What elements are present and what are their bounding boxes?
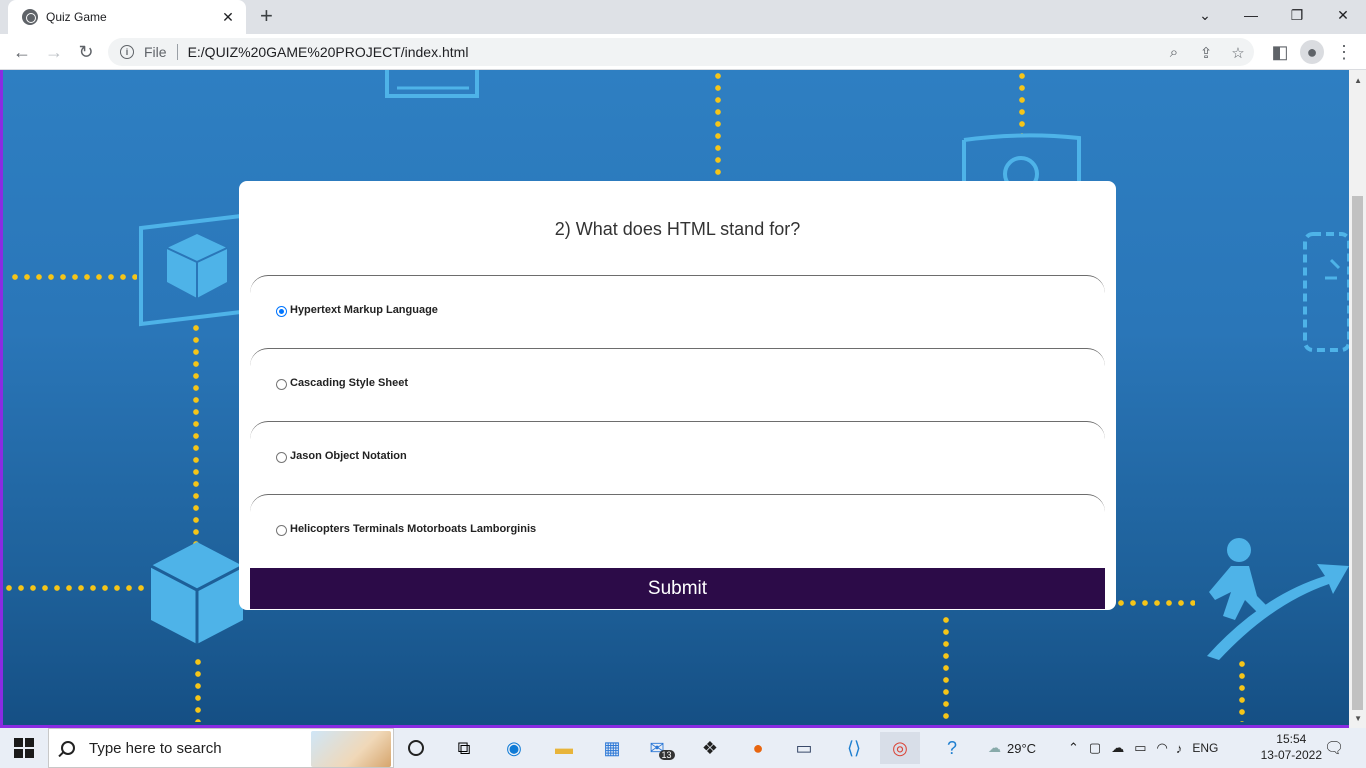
decor-dots (943, 614, 949, 722)
file-explorer-icon[interactable]: ▬ (544, 732, 584, 764)
microsoft-store-icon[interactable]: ▦ (592, 732, 632, 764)
profile-avatar-icon[interactable]: ● (1300, 40, 1324, 64)
decor-dots (1115, 600, 1195, 606)
meet-now-icon[interactable]: ▢ (1089, 740, 1101, 756)
globe-icon (22, 9, 38, 25)
share-icon[interactable]: ⇪ (1196, 44, 1216, 62)
zoom-icon[interactable]: ⌕ (1164, 44, 1184, 61)
option-2-label[interactable]: Cascading Style Sheet (290, 377, 408, 389)
decor-dots (1239, 658, 1245, 722)
decor-dots (9, 274, 137, 280)
clock-time: 15:54 (1276, 732, 1307, 746)
option-3[interactable]: Jason Object Notation (250, 421, 1105, 494)
browser-toolbar: ← → ↻ i File E:/QUIZ%20GAME%20PROJECT/in… (0, 34, 1366, 70)
battery-icon[interactable]: ▭ (1134, 740, 1146, 756)
tab-search-dropdown-icon[interactable]: ⌄ (1182, 0, 1228, 30)
vscode-icon[interactable]: ⟨⟩ (834, 732, 874, 764)
growth-arrow-person-illustration (1207, 538, 1349, 660)
decor-dots (715, 70, 721, 182)
url-text[interactable]: E:/QUIZ%20GAME%20PROJECT/index.html (188, 44, 469, 60)
wifi-icon[interactable]: ◠ (1157, 740, 1168, 756)
option-4-radio[interactable] (276, 524, 287, 536)
option-4[interactable]: Helicopters Terminals Motorboats Lamborg… (250, 494, 1105, 567)
side-panel-icon[interactable]: ◧ (1268, 40, 1292, 64)
cloud-icon: ☁ (988, 740, 1001, 755)
back-icon[interactable]: ← (10, 40, 34, 64)
search-icon (61, 741, 75, 755)
tab-strip: Quiz Game ✕ + ⌄ — ❐ ✕ (0, 0, 1366, 34)
help-icon[interactable]: ? (932, 732, 972, 764)
edge-icon[interactable]: ◉ (494, 732, 534, 764)
volume-icon[interactable]: ♪ (1176, 741, 1183, 756)
reload-icon[interactable]: ↻ (74, 40, 98, 64)
quiz-card: 2) What does HTML stand for? Hypertext M… (239, 181, 1116, 610)
decor-dots (1019, 70, 1025, 136)
page-scrollbar[interactable]: ▲ ▼ (1349, 70, 1366, 728)
submit-button[interactable]: Submit (250, 568, 1105, 609)
money-stack-illustration (385, 70, 479, 98)
weather-widget[interactable]: ☁ 29°C (988, 728, 1036, 768)
option-1-label[interactable]: Hypertext Markup Language (290, 304, 438, 316)
address-bar[interactable]: i File E:/QUIZ%20GAME%20PROJECT/index.ht… (108, 38, 1254, 66)
decor-dots (195, 656, 201, 722)
tab-title: Quiz Game (46, 10, 107, 24)
file-label: File (144, 44, 167, 60)
dropbox-icon[interactable]: ❖ (690, 732, 730, 764)
windows-taskbar: Type here to search ⧉ ◉ ▬ ▦ ✉ 13 ❖ ● ▭ ⟨⟩… (0, 728, 1366, 768)
option-2[interactable]: Cascading Style Sheet (250, 348, 1105, 421)
scroll-up-icon[interactable]: ▲ (1354, 76, 1362, 85)
clock-date: 13-07-2022 (1260, 748, 1322, 762)
restore-button[interactable]: ❐ (1274, 0, 1320, 30)
notifications-icon[interactable]: 🗨 (1324, 728, 1344, 768)
firefox-icon[interactable]: ● (738, 732, 778, 764)
menu-kebab-icon[interactable]: ⋮ (1332, 40, 1356, 64)
scroll-thumb[interactable] (1352, 196, 1363, 710)
dashed-frame-illustration (1303, 232, 1351, 352)
option-2-radio[interactable] (276, 378, 287, 390)
question-text: 2) What does HTML stand for? (554, 219, 801, 239)
minimize-button[interactable]: — (1228, 0, 1274, 30)
cube-screen-illustration (139, 213, 243, 327)
decor-dots (3, 585, 149, 591)
forward-icon[interactable]: → (42, 40, 66, 64)
mail-icon[interactable]: ✉ 13 (642, 732, 682, 764)
language-indicator[interactable]: ENG (1192, 741, 1218, 755)
page-viewport: 2) What does HTML stand for? Hypertext M… (0, 70, 1366, 728)
search-highlight-image (311, 731, 391, 767)
url-separator (176, 44, 178, 60)
weather-temp: 29°C (1007, 740, 1037, 756)
cube-illustration (150, 542, 244, 644)
option-1-radio[interactable] (276, 305, 287, 317)
app-window-icon[interactable]: ▭ (784, 732, 824, 764)
windows-start-icon[interactable] (14, 738, 34, 758)
mail-badge: 13 (658, 750, 675, 760)
task-view-icon[interactable]: ⧉ (444, 732, 484, 764)
option-3-radio[interactable] (276, 451, 287, 463)
bookmark-star-icon[interactable]: ☆ (1228, 44, 1248, 62)
tab-quiz-game[interactable]: Quiz Game ✕ (8, 0, 246, 34)
close-window-button[interactable]: ✕ (1320, 0, 1366, 30)
option-4-label[interactable]: Helicopters Terminals Motorboats Lamborg… (290, 523, 536, 535)
option-3-label[interactable]: Jason Object Notation (290, 450, 407, 462)
info-icon[interactable]: i (120, 45, 134, 59)
chrome-icon[interactable]: ◎ (880, 732, 920, 764)
tray-icons: ⌃ ▢ ☁ ▭ ◠ ♪ ENG (1068, 728, 1218, 768)
scroll-down-icon[interactable]: ▼ (1354, 714, 1362, 723)
onedrive-icon[interactable]: ☁ (1111, 740, 1124, 756)
close-tab-icon[interactable]: ✕ (220, 9, 236, 26)
cortana-icon[interactable] (396, 732, 436, 764)
option-1[interactable]: Hypertext Markup Language (250, 275, 1105, 348)
show-hidden-icons-icon[interactable]: ⌃ (1068, 740, 1079, 756)
search-placeholder: Type here to search (89, 739, 222, 757)
taskbar-clock[interactable]: 15:54 13-07-2022 (1261, 731, 1322, 763)
new-tab-button[interactable]: + (260, 4, 273, 28)
taskbar-search-box[interactable]: Type here to search (48, 728, 394, 768)
